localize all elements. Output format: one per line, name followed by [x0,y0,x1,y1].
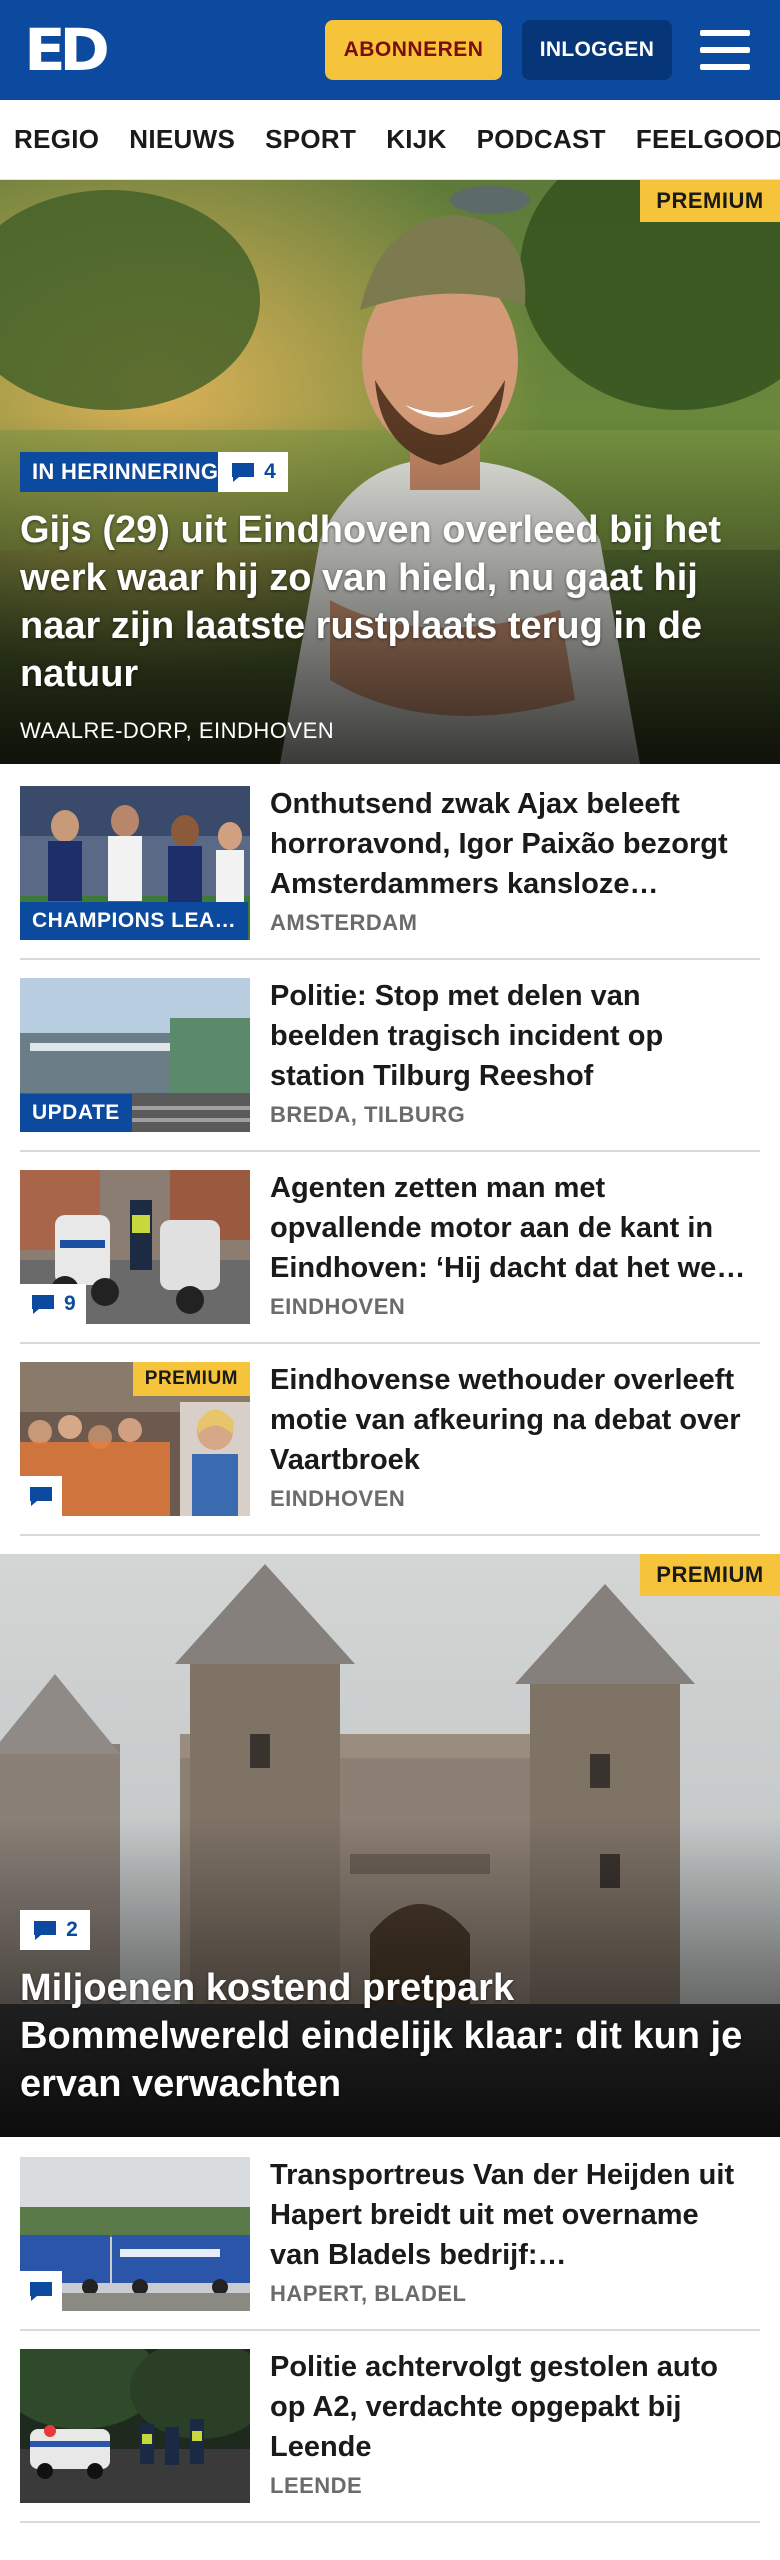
nav-item-nieuws[interactable]: NIEUWS [129,124,235,155]
hero-headline[interactable]: Miljoenen kostend pretpark Bommelwereld … [20,1964,765,2108]
article-headline[interactable]: Politie achtervolgt gestolen auto op A2,… [270,2347,750,2467]
article-headline[interactable]: Agenten zetten man met opvallende motor … [270,1168,750,1288]
comment-bubble-icon [34,1921,57,1940]
article-location: BREDA, TILBURG [270,1102,466,1127]
logo-text: ED [24,16,110,84]
hero-headline[interactable]: Gijs (29) uit Eindhoven overleed bij het… [20,506,765,698]
comment-count[interactable] [20,2271,62,2311]
thumbnail [20,2157,250,2311]
nav-item-regio[interactable]: REGIO [14,124,99,155]
thumbnail [20,2349,250,2503]
comment-bubble-icon [232,463,255,482]
premium-badge: PREMIUM [640,180,780,222]
hero-article-gijs[interactable]: PREMIUM IN HERINNERING 4 Gijs (29) uit E… [0,180,780,764]
hero-article-bommelwereld[interactable]: PREMIUM 2 Miljoenen kostend pretpark Bom… [0,1554,780,2137]
list-item[interactable]: Politie achtervolgt gestolen auto op A2,… [20,2349,760,2523]
thumbnail: CHAMPIONS LEA… [20,786,250,940]
premium-badge: PREMIUM [640,1554,780,1596]
premium-badge: PREMIUM [132,1362,250,1396]
hamburger-menu-icon[interactable] [700,28,750,72]
article-headline[interactable]: Onthutsend zwak Ajax beleeft horroravond… [270,784,750,904]
article-headline[interactable]: Eindhovense wethouder overleeft motie va… [270,1360,750,1480]
login-button[interactable]: INLOGGEN [522,20,672,80]
subscribe-button[interactable]: ABONNEREN [325,20,502,80]
thumbnail: PREMIUM [20,1362,250,1516]
comment-count-value: 9 [64,1292,76,1315]
article-headline[interactable]: Politie: Stop met delen van beelden trag… [270,976,750,1096]
list-item[interactable]: 9 Agenten zetten man met opvallende moto… [20,1170,760,1344]
nav-item-sport[interactable]: SPORT [265,124,356,155]
article-headline[interactable]: Transportreus Van der Heijden uit Hapert… [270,2155,750,2275]
list-item[interactable]: UPDATE Politie: Stop met delen van beeld… [20,978,760,1152]
comment-count-value: 4 [264,460,276,483]
article-location: EINDHOVEN [270,1486,406,1511]
category-tag: UPDATE [20,1094,132,1132]
article-location: HAPERT, BLADEL [270,2281,467,2306]
nav-item-feelgood[interactable]: FEELGOOD [636,124,780,155]
comment-count[interactable] [20,1476,62,1516]
nav-item-kijk[interactable]: KIJK [386,124,446,155]
comment-count[interactable]: 2 [20,1910,90,1950]
comment-count-value: 2 [66,1918,78,1941]
article-location: LEENDE [270,2473,363,2498]
ed-logo[interactable]: ED [24,16,116,84]
list-item[interactable]: CHAMPIONS LEA… Onthutsend zwak Ajax bele… [20,786,760,960]
nav-item-podcast[interactable]: PODCAST [477,124,606,155]
section-nav: REGIO NIEUWS SPORT KIJK PODCAST FEELGOOD [0,100,780,180]
article-location: AMSTERDAM [270,910,418,935]
thumbnail: 9 [20,1170,250,1324]
article-location: EINDHOVEN [270,1294,406,1319]
hero-location: WAALRE-DORP, EINDHOVEN [20,718,335,743]
category-tag: IN HERINNERING [20,452,231,492]
comment-bubble-icon [32,1295,54,1314]
comment-count[interactable]: 9 [20,1284,86,1324]
category-tag: CHAMPIONS LEA… [20,902,249,940]
list-item[interactable]: PREMIUM Eindhovense wethouder overleeft … [20,1362,760,1536]
list-item[interactable]: Transportreus Van der Heijden uit Hapert… [20,2157,760,2331]
comment-count[interactable]: 4 [218,452,288,492]
police-car-night-photo [20,2349,250,2503]
top-bar: ED ABONNEREN INLOGGEN [0,0,780,100]
thumbnail: UPDATE [20,978,250,1132]
comment-bubble-icon [30,1487,52,1506]
comment-bubble-icon [30,2282,52,2301]
